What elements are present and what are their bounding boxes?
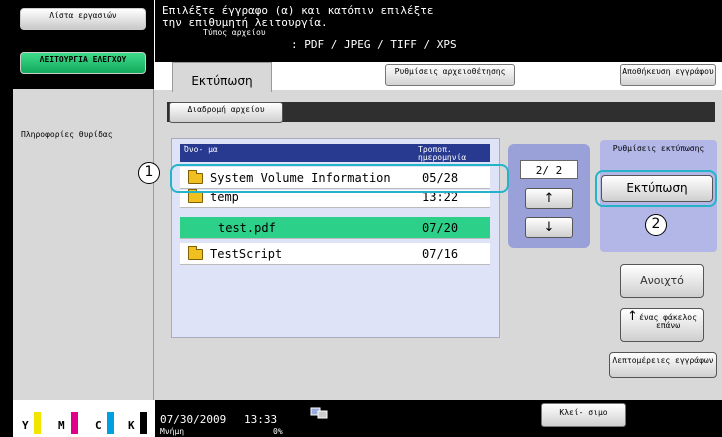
callout-number-1: 1 — [138, 162, 160, 184]
memory-value: 0% — [273, 427, 283, 436]
file-type-label: Τύπος αρχείου — [203, 28, 266, 37]
toner-levels: Y M C K — [13, 400, 154, 437]
network-status-icon — [310, 407, 328, 419]
page-up-button[interactable]: ↑ — [525, 188, 573, 209]
status-footer: 07/30/2009 13:33 Μνήμη 0% Κλεί- σιμο — [155, 400, 722, 437]
toner-c-label: C — [95, 419, 102, 432]
box-info-tab[interactable]: Πληροφορίες θυρίδας — [21, 131, 113, 139]
callout-highlight-1 — [170, 164, 509, 193]
up-one-folder-label: ένας φάκελος επάνω — [639, 313, 697, 330]
toner-k-bar — [140, 412, 147, 434]
info-panel: Πληροφορίες θυρίδας — [13, 89, 154, 400]
memory-label: Μνήμη — [160, 427, 185, 436]
tab-print[interactable]: Εκτύπωση — [172, 62, 272, 92]
file-list-header: Όνο- μα Τροποπ. ημερομηνία — [180, 144, 490, 162]
toner-y-label: Y — [22, 419, 29, 432]
left-sidebar: Λίστα εργασιών ΛΕΙΤΟΥΡΓΙΑ ΕΛΕΓΧΟΥ Πληροφ… — [0, 0, 154, 437]
column-name-header: Όνο- μα — [184, 145, 218, 154]
status-time: 13:33 — [244, 413, 278, 426]
toner-m-label: M — [58, 419, 65, 432]
screen: Λίστα εργασιών ΛΕΙΤΟΥΡΓΙΑ ΕΛΕΓΧΟΥ Πληροφ… — [0, 0, 722, 437]
file-date: 07/20 — [422, 221, 459, 235]
status-date: 07/30/2009 — [160, 413, 227, 426]
column-date-header: Τροποπ. ημερομηνία — [418, 145, 467, 162]
file-name: TestScript — [210, 247, 283, 261]
toner-k-label: K — [128, 419, 135, 432]
page-controls: 2/ 2 ↑ ↓ — [508, 144, 590, 248]
toner-c-bar — [107, 412, 114, 434]
message-header: Επιλέξτε έγγραφο (α) και κατόπιν επιλέξτ… — [155, 0, 722, 62]
page-indicator: 2/ 2 — [520, 160, 578, 179]
callout-highlight-2 — [595, 170, 717, 207]
tab-filing-settings[interactable]: Ρυθμίσεις αρχειοθέτησης — [385, 64, 515, 86]
folder-icon — [188, 189, 203, 203]
job-list-button[interactable]: Λίστα εργασιών — [20, 8, 146, 30]
tab-save-document[interactable]: Αποθήκευση εγγράφου — [620, 64, 716, 86]
document-details-button[interactable]: Λεπτομέρειες εγγράφων — [609, 352, 717, 378]
close-button[interactable]: Κλεί- σιμο — [541, 403, 626, 427]
file-path-button[interactable]: Διαδρομή αρχείου — [169, 102, 283, 123]
callout-number-2: 2 — [645, 214, 667, 236]
toner-y-bar — [34, 412, 41, 434]
file-name: test.pdf — [218, 221, 276, 235]
main-panel: Διαδρομή αρχείου Όνο- μα Τροποπ. ημερομη… — [154, 90, 722, 400]
up-arrow-icon: ↑ — [627, 309, 638, 324]
folder-icon — [188, 246, 203, 260]
file-date: 07/16 — [422, 247, 459, 261]
file-type-value: : PDF / JPEG / TIFF / XPS — [291, 38, 457, 51]
toner-m-bar — [71, 412, 78, 434]
open-button[interactable]: Ανοιχτό — [620, 264, 704, 298]
list-item[interactable]: TestScript 07/16 — [180, 243, 490, 265]
print-settings-label: Ρυθμίσεις εκτύπωσης — [612, 144, 705, 153]
up-one-folder-button[interactable]: ↑ ένας φάκελος επάνω — [620, 308, 704, 342]
page-down-button[interactable]: ↓ — [525, 217, 573, 238]
list-item[interactable]: test.pdf 07/20 — [180, 217, 490, 239]
utility-function-button[interactable]: ΛΕΙΤΟΥΡΓΙΑ ΕΛΕΓΧΟΥ — [20, 52, 146, 74]
